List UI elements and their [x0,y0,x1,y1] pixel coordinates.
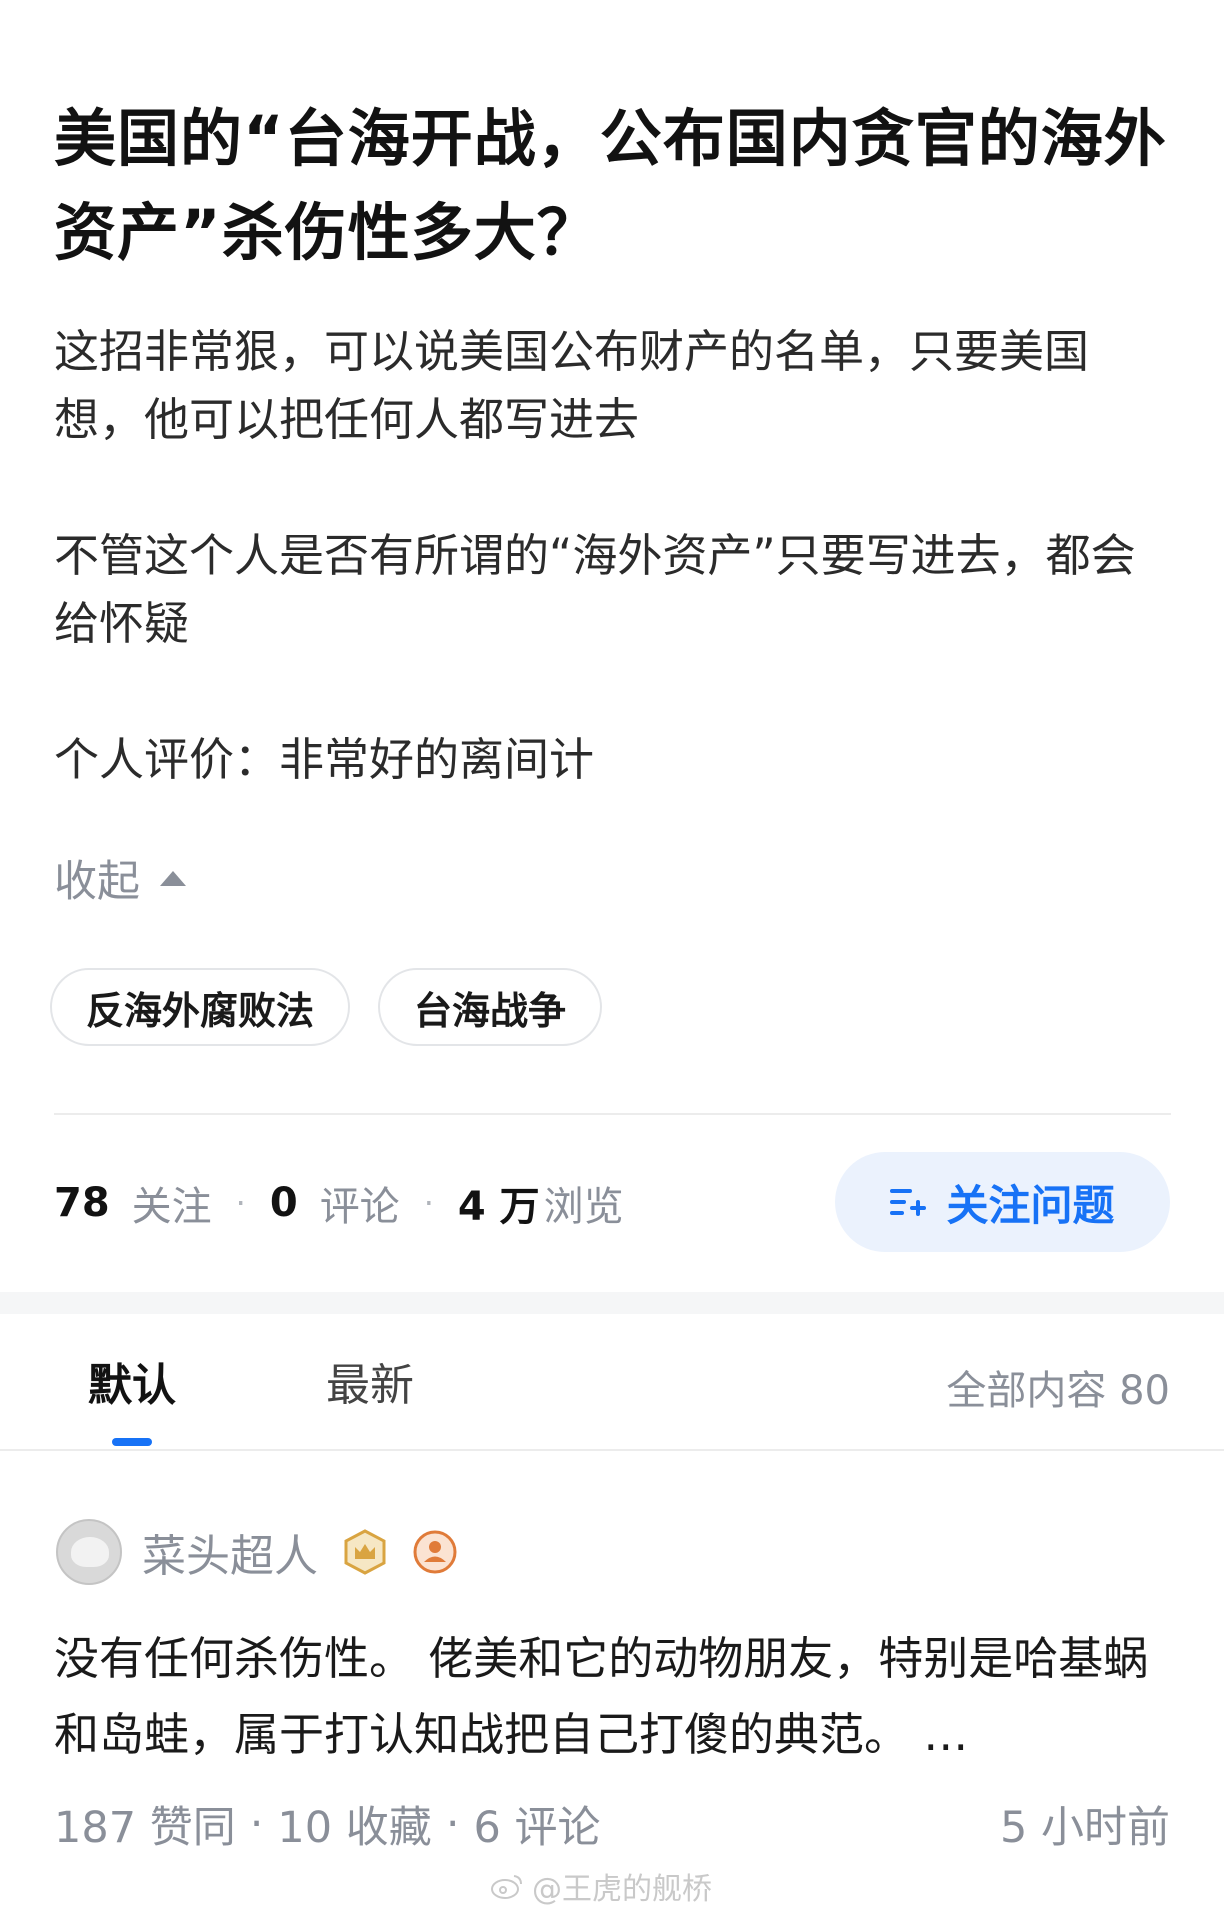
followers-count: 78 [54,1180,110,1226]
question-title[interactable]: 美国的“台海开战，公布国内贪官的海外资产”杀伤性多大？ [54,92,1174,280]
separator-dot: · [423,1184,434,1222]
topic-tags: 反海外腐败法 台海战争 [50,968,603,1046]
likes-count: 187 赞同 [54,1803,236,1853]
views-count: 4 万 [457,1184,540,1230]
answer-card[interactable]: 菜头超人 没有任何杀伤性。 佬美和它的动物朋友，特别是哈基蜗和岛蛙，属于打认知战… [0,1451,1224,1917]
triangle-up-icon [160,870,186,886]
collapse-button[interactable]: 收起 [54,846,186,910]
answer-excerpt[interactable]: 没有任何杀伤性。 佬美和它的动物朋友，特别是哈基蜗和岛蛙，属于打认知战把自己打傻… [54,1621,1174,1773]
tab-default[interactable]: 默认 [88,1356,176,1416]
total-content-count: 全部内容 80 [946,1368,1170,1414]
question-description: 这招非常狠，可以说美国公布财产的名单，只要美国想，他可以把任何人都写进去 不管这… [54,318,1174,794]
comments-label[interactable]: 评论 [320,1174,400,1232]
author-name[interactable]: 菜头超人 [142,1520,318,1584]
follow-question-button[interactable]: 关注问题 [835,1152,1170,1252]
divider [54,1113,1171,1115]
avatar-face [71,1537,109,1567]
weibo-icon [491,1875,522,1899]
separator-dot: · [445,1799,460,1849]
comments-count: 6 评论 [473,1803,601,1853]
answer-tabs: 默认 最新 全部内容 80 [0,1314,1224,1450]
description-paragraph: 个人评价：非常好的离间计 [54,733,595,786]
tab-newest[interactable]: 最新 [326,1356,414,1416]
question-section: 美国的“台海开战，公布国内贪官的海外资产”杀伤性多大？ 这招非常狠，可以说美国公… [0,0,1224,1292]
section-gap [0,1292,1224,1314]
views-label: 浏览 [543,1184,624,1230]
active-tab-indicator [112,1438,152,1446]
avatar[interactable] [56,1519,122,1585]
comments-count: 0 [269,1180,298,1226]
follow-list-plus-icon [890,1189,927,1216]
watermark-text: @王虎的舰桥 [532,1872,712,1907]
watermark: @王虎的舰桥 [490,1864,712,1908]
favorites-count: 10 收藏 [277,1803,432,1853]
description-paragraph: 不管这个人是否有所谓的“海外资产”只要写进去，都会给怀疑 [54,529,1136,650]
crown-hexagon-icon [342,1529,388,1575]
answer-author[interactable]: 菜头超人 [56,1518,458,1586]
topic-tag[interactable]: 台海战争 [378,968,603,1046]
collapse-label: 收起 [54,857,140,907]
person-circle-icon [412,1529,458,1575]
answer-meta: 187 赞同 · 10 收藏 · 6 评论 5 小时前 [54,1791,1170,1857]
question-stats: 78 关注 · 0 评论 · 4 万 浏览 [54,1170,624,1236]
followers-label[interactable]: 关注 [132,1174,212,1232]
description-paragraph: 这招非常狠，可以说美国公布财产的名单，只要美国想，他可以把任何人都写进去 [54,325,1090,446]
topic-tag[interactable]: 反海外腐败法 [50,968,351,1046]
separator-dot: · [235,1184,246,1222]
answer-time: 5 小时前 [999,1803,1170,1853]
separator-dot: · [249,1799,264,1849]
follow-question-label: 关注问题 [946,1180,1115,1230]
